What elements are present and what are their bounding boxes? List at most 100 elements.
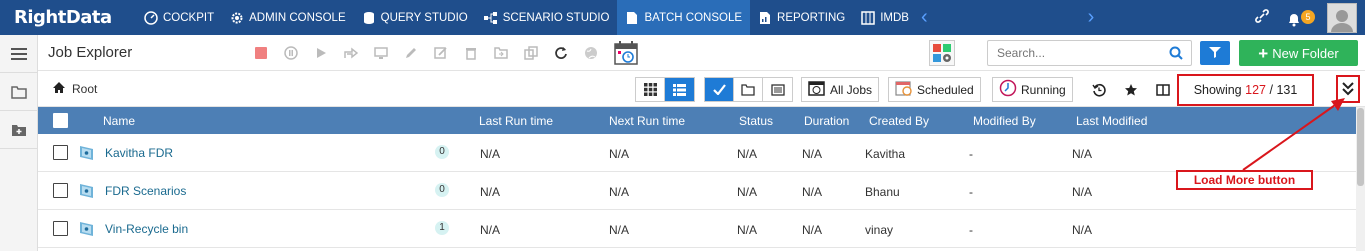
grid-icon [861,10,875,25]
nav-cockpit[interactable]: COCKPIT [136,0,222,35]
left-rail [0,35,38,251]
scheduler-settings-icon[interactable] [929,40,955,66]
column-header-next-run[interactable]: Next Run time [609,114,685,128]
column-header-last-run[interactable]: Last Run time [479,114,553,128]
open-folder-icon[interactable] [0,73,37,111]
search-input[interactable] [988,46,1169,60]
view-toolbar: Root All Jobs Scheduled Running Showing … [38,71,1365,107]
monitor-icon[interactable] [373,45,389,61]
all-jobs-filter[interactable]: All Jobs [801,77,880,102]
breadcrumb[interactable]: Root [52,81,97,97]
new-folder-button[interactable]: + New Folder [1239,40,1358,66]
globe-icon[interactable] [583,45,599,61]
folder-icon[interactable] [734,78,763,101]
load-more-button[interactable] [1336,75,1360,103]
column-header-status[interactable]: Status [739,114,773,128]
double-chevron-down-icon [1341,80,1355,99]
rightdata-logo[interactable]: RightData [0,0,136,35]
column-header-duration[interactable]: Duration [804,114,849,128]
copy-icon[interactable] [523,45,539,61]
nav-admin-console[interactable]: ADMIN CONSOLE [222,0,354,35]
last-modified-cell: N/A [1072,223,1093,237]
nav-query-studio[interactable]: QUERY STUDIO [354,0,476,35]
job-count-badge: 1 [435,221,449,235]
select-mode-toggle [704,77,793,102]
share-icon[interactable] [343,45,359,61]
delete-icon[interactable] [463,45,479,61]
all-jobs-label: All Jobs [830,82,873,97]
add-folder-icon[interactable] [0,111,37,149]
running-label: Running [1021,82,1066,97]
breadcrumb-root[interactable]: Root [72,82,97,96]
scrollbar-thumb[interactable] [1357,108,1364,186]
nav-reporting-label: REPORTING [777,11,846,24]
job-name-link[interactable]: FDR Scenarios [105,184,186,198]
nav-reporting[interactable]: REPORTING [750,0,853,35]
status-cell: N/A [737,223,758,237]
pause-icon[interactable] [283,45,299,61]
row-checkbox[interactable] [53,183,68,198]
edit-icon[interactable] [403,45,419,61]
chart-icon [758,11,772,25]
job-count-badge: 0 [435,183,449,197]
column-header-modified-by[interactable]: Modified By [973,114,1036,128]
nav-admin-console-label: ADMIN CONSOLE [249,11,346,24]
filter-button[interactable] [1200,41,1230,65]
status-cell: N/A [737,185,758,199]
search-icon[interactable] [1169,46,1191,60]
duration-cell: N/A [802,223,823,237]
filter-icon [1209,46,1221,61]
stop-icon[interactable] [253,45,269,61]
details-list-icon[interactable] [763,78,792,101]
document-icon [625,11,639,25]
showing-prefix: Showing [1193,83,1242,97]
list-view-icon[interactable] [665,78,694,101]
showing-total: 131 [1276,83,1298,97]
column-header-last-modified[interactable]: Last Modified [1076,114,1147,128]
last-modified-cell: N/A [1072,147,1093,161]
nav-imdb[interactable]: IMDB [853,0,917,35]
flow-icon [483,11,498,25]
avatar[interactable] [1327,2,1357,33]
nav-batch-console[interactable]: BATCH CONSOLE [617,0,751,35]
menu-icon[interactable] [0,35,37,73]
move-folder-icon[interactable] [493,45,509,61]
checkmark-icon[interactable] [705,78,734,101]
schedule-calendar-icon[interactable] [613,40,639,66]
nav-scroll-left-icon[interactable]: ‹ [917,6,932,29]
favorites-star-icon[interactable] [1116,77,1146,102]
nav-scenario-studio[interactable]: SCENARIO STUDIO [476,0,618,35]
next-run-cell: N/A [609,223,630,237]
split-panel-icon[interactable] [1148,77,1178,102]
notifications[interactable]: 5 [1285,8,1315,28]
refresh-icon[interactable] [553,45,569,61]
scheduled-icon [895,80,913,99]
table-row[interactable]: Kavitha FDR 0 N/A N/A N/A N/A Kavitha - … [38,134,1356,172]
modified-by-cell: - [969,147,973,161]
edit-checked-icon[interactable] [433,45,449,61]
table-row[interactable]: FDR Scenarios 0 N/A N/A N/A N/A Bhanu - … [38,172,1356,210]
folder-job-icon [78,182,95,199]
table-row[interactable]: Vin-Recycle bin 1 N/A N/A N/A N/A vinay … [38,210,1356,248]
last-run-cell: N/A [480,185,501,199]
play-icon[interactable] [313,45,329,61]
last-run-cell: N/A [480,147,501,161]
row-checkbox[interactable] [53,221,68,236]
job-name-link[interactable]: Vin-Recycle bin [105,222,188,236]
scheduled-filter[interactable]: Scheduled [888,77,981,102]
job-name-link[interactable]: Kavitha FDR [105,146,173,160]
column-header-created-by[interactable]: Created By [869,114,929,128]
select-all-checkbox[interactable] [53,113,68,128]
grid-view-icon[interactable] [636,78,665,101]
running-filter[interactable]: Running [992,77,1073,102]
column-header-name[interactable]: Name [103,114,135,128]
nav-scroll-right-icon[interactable]: › [1084,6,1099,29]
showing-separator: / [1269,83,1273,97]
next-run-cell: N/A [609,147,630,161]
next-run-cell: N/A [609,185,630,199]
last-modified-cell: N/A [1072,185,1093,199]
row-checkbox[interactable] [53,145,68,160]
link-icon[interactable] [1255,9,1269,26]
history-icon[interactable] [1084,77,1114,102]
annotation-label: Load More button [1176,170,1313,190]
